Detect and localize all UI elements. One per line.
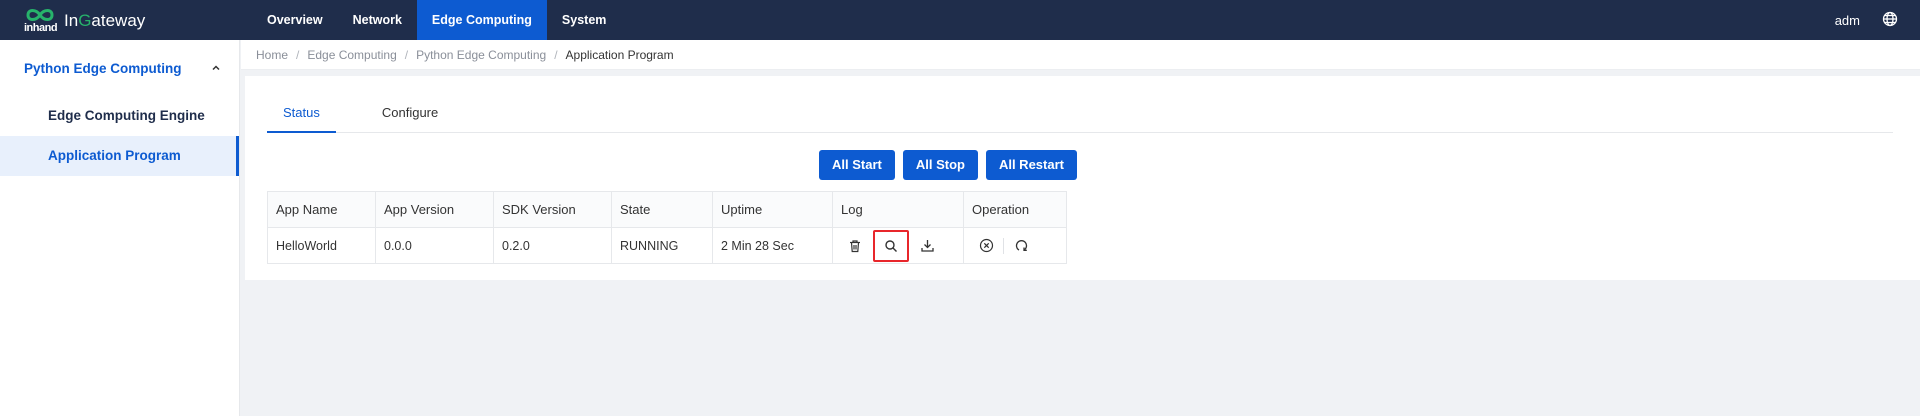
breadcrumb-home[interactable]: Home — [256, 48, 288, 62]
col-sdk-version: SDK Version — [493, 191, 612, 228]
logo[interactable]: inhand InGateway — [0, 0, 232, 40]
table-header-row: App Name App Version SDK Version State U… — [267, 191, 1067, 228]
logo-brand-text: inhand — [24, 22, 58, 34]
breadcrumb-current: Application Program — [565, 47, 674, 62]
col-app-name: App Name — [267, 191, 376, 228]
restart-icon[interactable] — [1007, 232, 1035, 260]
download-icon[interactable] — [913, 232, 941, 260]
nav-network[interactable]: Network — [338, 0, 417, 40]
search-icon[interactable] — [873, 229, 909, 262]
app-title: InGateway — [64, 10, 146, 30]
breadcrumb-separator: / — [554, 47, 558, 62]
tab-status[interactable]: Status — [267, 100, 336, 133]
globe-icon[interactable] — [1882, 11, 1898, 30]
breadcrumb-separator: / — [404, 47, 409, 62]
trash-icon[interactable] — [841, 232, 869, 260]
all-stop-button[interactable]: All Stop — [902, 150, 978, 180]
cell-uptime: 2 Min 28 Sec — [712, 227, 833, 264]
breadcrumb: Home / Edge Computing / Python Edge Comp… — [241, 40, 1920, 70]
all-start-button[interactable]: All Start — [819, 150, 895, 180]
sidebar: Python Edge Computing Edge Computing Eng… — [0, 40, 240, 416]
cell-log — [832, 227, 964, 264]
col-app-version: App Version — [375, 191, 494, 228]
col-state: State — [611, 191, 713, 228]
main-content: Status Configure All Start All Stop All … — [245, 76, 1920, 280]
sidebar-item-edge-computing-engine[interactable]: Edge Computing Engine — [0, 96, 239, 136]
tab-configure[interactable]: Configure — [366, 100, 454, 133]
divider — [1003, 237, 1004, 254]
col-operation: Operation — [963, 191, 1067, 228]
cell-operation — [963, 227, 1067, 264]
sidebar-item-application-program[interactable]: Application Program — [0, 136, 239, 176]
stop-circle-x-icon[interactable] — [972, 232, 1000, 260]
main-nav: Overview Network Edge Computing System — [252, 0, 621, 40]
tab-bar: Status Configure — [267, 100, 1893, 133]
sidebar-group-label: Python Edge Computing — [24, 60, 182, 76]
breadcrumb-separator: / — [296, 47, 300, 62]
breadcrumb-python-edge-computing[interactable]: Python Edge Computing — [416, 48, 546, 62]
top-navbar: inhand InGateway Overview Network Edge C… — [0, 0, 1920, 40]
app-table: App Name App Version SDK Version State U… — [267, 191, 1067, 264]
col-uptime: Uptime — [712, 191, 833, 228]
cell-sdk-version: 0.2.0 — [493, 227, 612, 264]
chevron-up-icon — [211, 61, 221, 76]
sidebar-group-python-edge-computing[interactable]: Python Edge Computing — [0, 40, 239, 96]
cell-app-version: 0.0.0 — [375, 227, 494, 264]
nav-system[interactable]: System — [547, 0, 621, 40]
breadcrumb-edge-computing[interactable]: Edge Computing — [307, 48, 396, 62]
table-row: HelloWorld 0.0.0 0.2.0 RUNNING 2 Min 28 … — [267, 227, 1067, 264]
cell-state: RUNNING — [611, 227, 713, 264]
user-menu[interactable]: adm — [1835, 13, 1860, 28]
action-buttons: All Start All Stop All Restart — [819, 150, 1077, 180]
cell-app-name: HelloWorld — [267, 227, 376, 264]
nav-edge-computing[interactable]: Edge Computing — [416, 0, 547, 40]
nav-overview[interactable]: Overview — [252, 0, 338, 40]
inhand-logo-icon: inhand — [22, 4, 62, 36]
col-log: Log — [832, 191, 964, 228]
all-restart-button[interactable]: All Restart — [985, 150, 1077, 180]
